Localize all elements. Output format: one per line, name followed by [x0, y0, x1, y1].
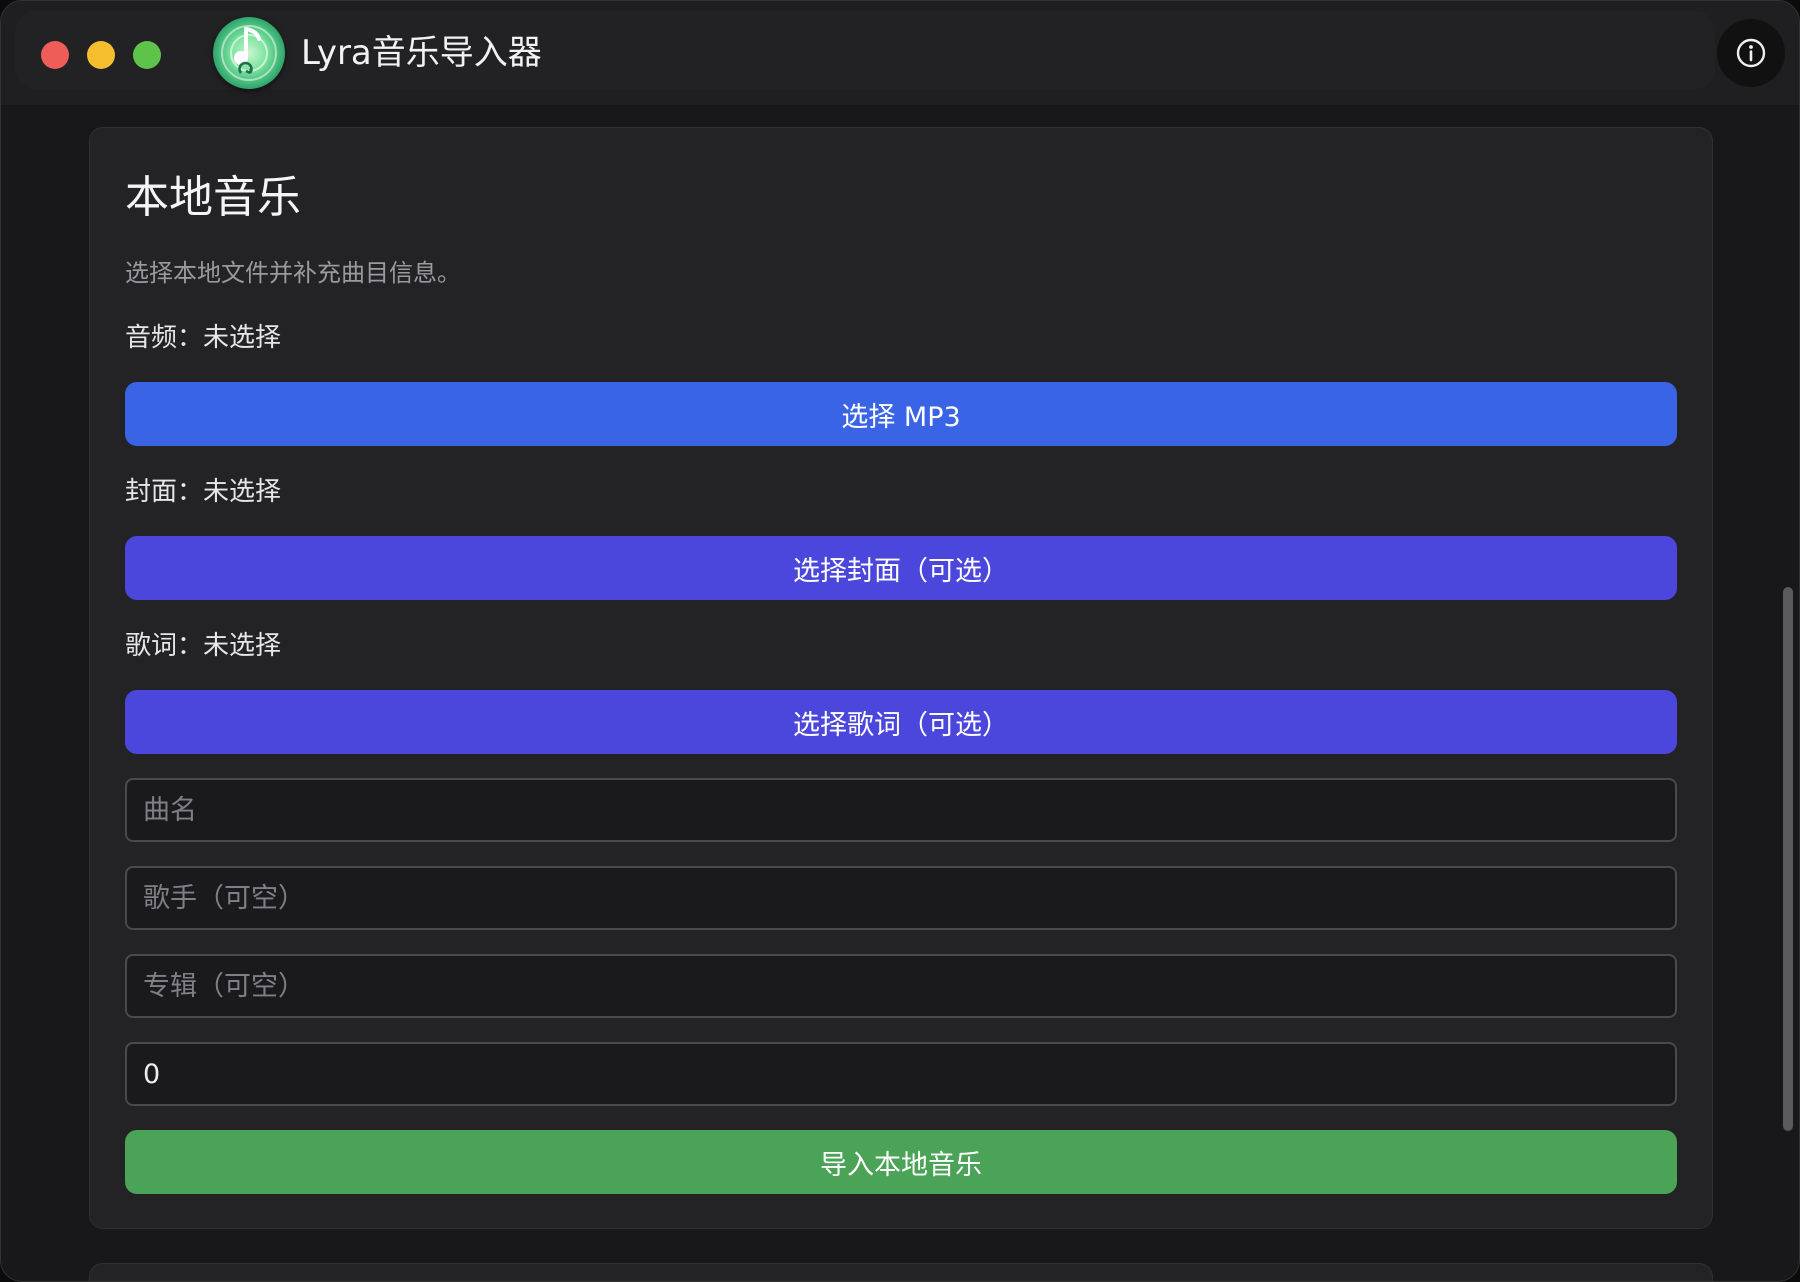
import-local-music-button[interactable]: 导入本地音乐 — [125, 1130, 1677, 1194]
section-title: 本地音乐 — [125, 172, 301, 223]
app-title: Lyra音乐导入器 — [301, 33, 542, 73]
lyrics-status: 歌词：未选择 — [125, 631, 282, 661]
select-mp3-button[interactable]: 选择 MP3 — [125, 382, 1677, 446]
song-name-input[interactable] — [125, 778, 1677, 842]
info-icon — [1736, 38, 1766, 68]
cover-status: 封面：未选择 — [125, 477, 282, 507]
section-subtitle: 选择本地文件并补充曲目信息。 — [125, 259, 461, 287]
next-section-card — [89, 1263, 1713, 1281]
minimize-window-button[interactable] — [87, 41, 115, 69]
scrollbar-thumb[interactable] — [1783, 587, 1793, 1131]
audio-status: 音频：未选择 — [125, 323, 282, 353]
artist-input[interactable] — [125, 866, 1677, 930]
app-window: Lyra音乐导入器 本地音乐 选择本地文件并补充曲目信息。 音频：未选择 选择 … — [0, 0, 1800, 1282]
zoom-window-button[interactable] — [133, 41, 161, 69]
select-cover-button[interactable]: 选择封面（可选） — [125, 536, 1677, 600]
local-music-card: 本地音乐 选择本地文件并补充曲目信息。 音频：未选择 选择 MP3 封面：未选择… — [89, 127, 1713, 1229]
music-import-logo-icon — [213, 17, 285, 89]
select-lyrics-button[interactable]: 选择歌词（可选） — [125, 690, 1677, 754]
info-button[interactable] — [1717, 19, 1785, 87]
title-bar: Lyra音乐导入器 — [1, 1, 1799, 105]
number-input[interactable] — [125, 1042, 1677, 1106]
album-input[interactable] — [125, 954, 1677, 1018]
close-window-button[interactable] — [41, 41, 69, 69]
